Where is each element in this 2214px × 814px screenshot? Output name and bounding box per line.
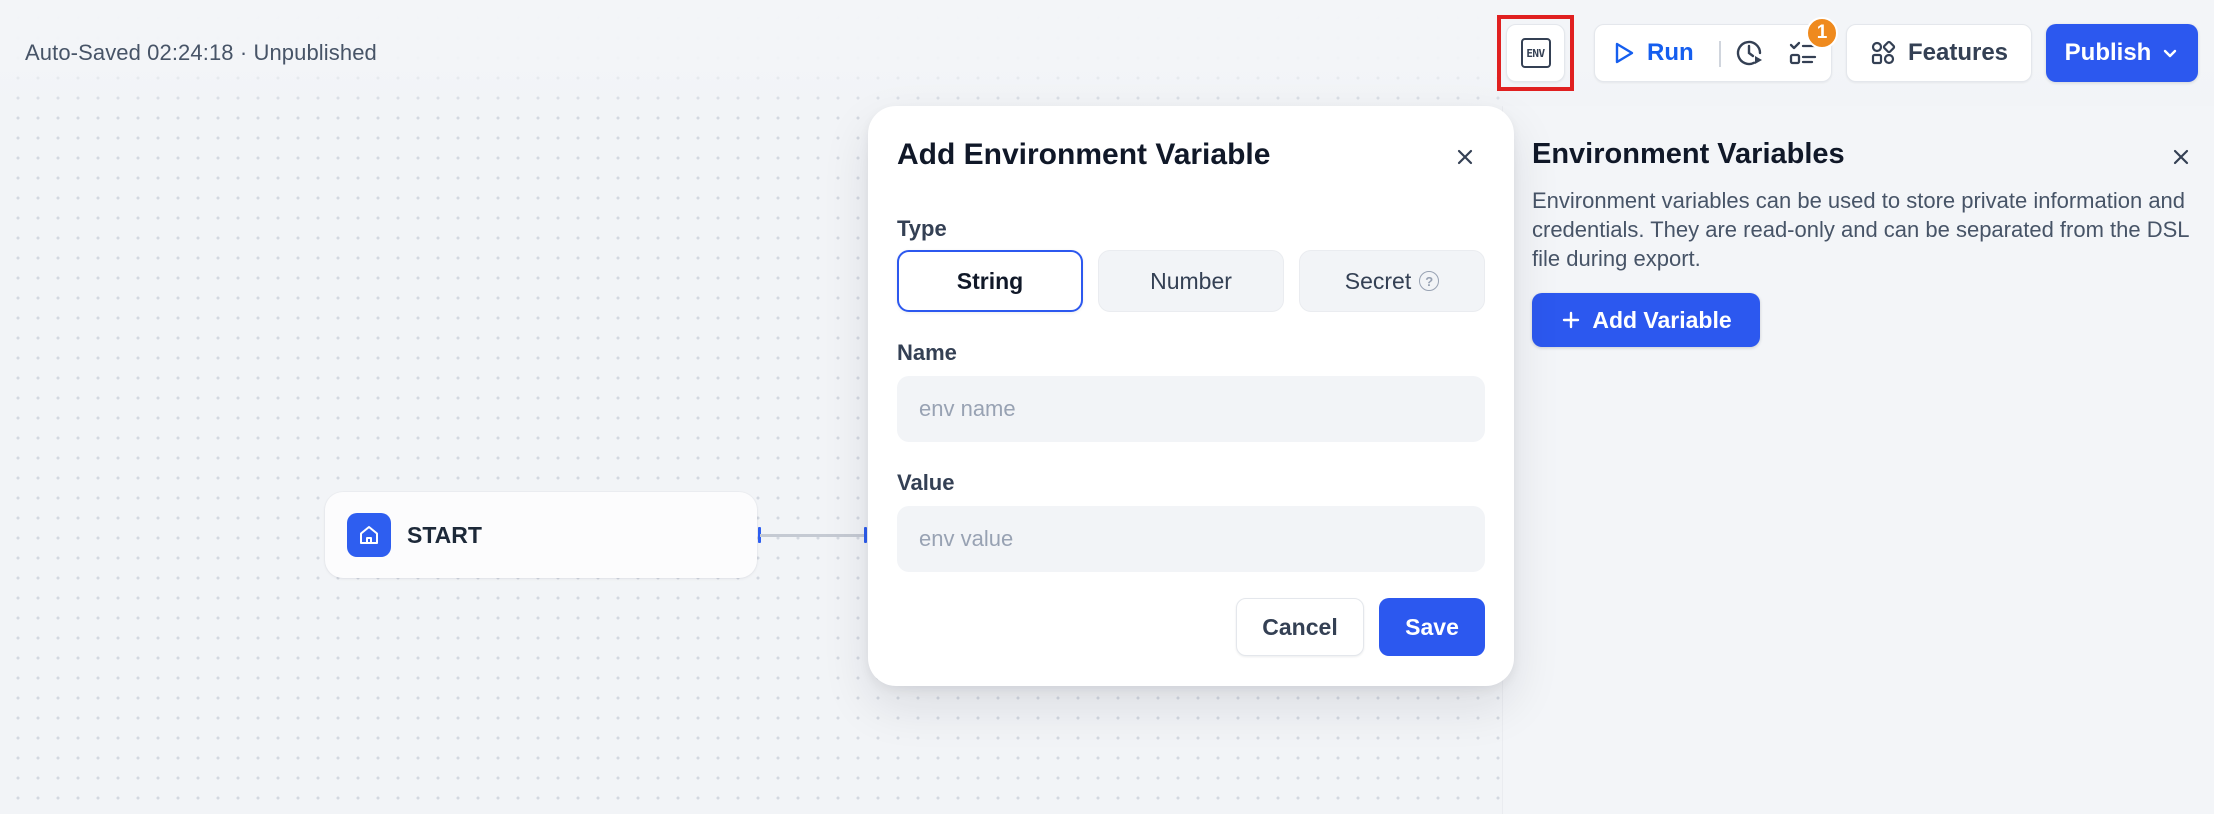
type-option-label: Secret	[1344, 267, 1412, 294]
close-modal-button[interactable]	[1452, 144, 1478, 170]
add-variable-label: Add Variable	[1592, 306, 1732, 333]
type-option-label: Number	[1150, 267, 1232, 294]
publish-button[interactable]: Publish	[2046, 24, 2198, 82]
plus-icon	[1563, 311, 1580, 329]
close-icon	[1457, 149, 1473, 165]
panel-description: Environment variables can be used to sto…	[1532, 188, 2189, 271]
type-option-label: String	[956, 267, 1024, 294]
environment-variables-panel: Environment Variables Environment variab…	[1502, 106, 2214, 814]
env-button-highlight	[1497, 15, 1574, 91]
workflow-edge	[760, 534, 866, 537]
run-label: Run	[1647, 38, 1694, 66]
home-icon	[347, 513, 391, 557]
run-button[interactable]: Run	[1613, 25, 1694, 80]
features-icon	[1871, 40, 1896, 65]
modal-title: Add Environment Variable	[897, 138, 1271, 171]
add-environment-variable-modal: Add Environment Variable Type String Num…	[868, 106, 1514, 686]
type-option-number[interactable]: Number	[1098, 250, 1284, 312]
run-toolbar-group: Run	[1594, 24, 1832, 82]
add-variable-button[interactable]: Add Variable	[1532, 293, 1760, 347]
close-panel-button[interactable]	[2168, 144, 2194, 170]
chevron-down-icon	[2164, 49, 2177, 58]
env-value-input[interactable]	[897, 506, 1485, 572]
cancel-button[interactable]: Cancel	[1236, 598, 1364, 656]
toolbar-divider	[1719, 41, 1721, 67]
type-option-string[interactable]: String	[897, 250, 1083, 312]
panel-title: Environment Variables	[1532, 138, 1845, 170]
clock-play-icon	[1736, 40, 1762, 66]
features-label: Features	[1907, 39, 2009, 66]
features-button[interactable]: Features	[1846, 24, 2032, 82]
start-node[interactable]: START	[325, 492, 757, 578]
name-label: Name	[897, 340, 957, 365]
run-history-button[interactable]	[1733, 37, 1765, 69]
env-name-input[interactable]	[897, 376, 1485, 442]
play-icon	[1615, 42, 1634, 63]
autosave-status: Auto-Saved 02:24:18 · Unpublished	[25, 40, 377, 65]
help-icon[interactable]: ?	[1419, 271, 1440, 291]
type-label: Type	[897, 216, 947, 241]
start-node-label: START	[407, 521, 482, 548]
next-node-input-handle[interactable]	[864, 527, 867, 543]
value-label: Value	[897, 470, 955, 495]
publish-label: Publish	[2064, 39, 2152, 66]
close-icon	[2173, 149, 2189, 165]
save-button[interactable]: Save	[1379, 598, 1485, 656]
type-option-secret[interactable]: Secret ?	[1299, 250, 1485, 312]
checklist-count-badge: 1	[1806, 17, 1838, 49]
